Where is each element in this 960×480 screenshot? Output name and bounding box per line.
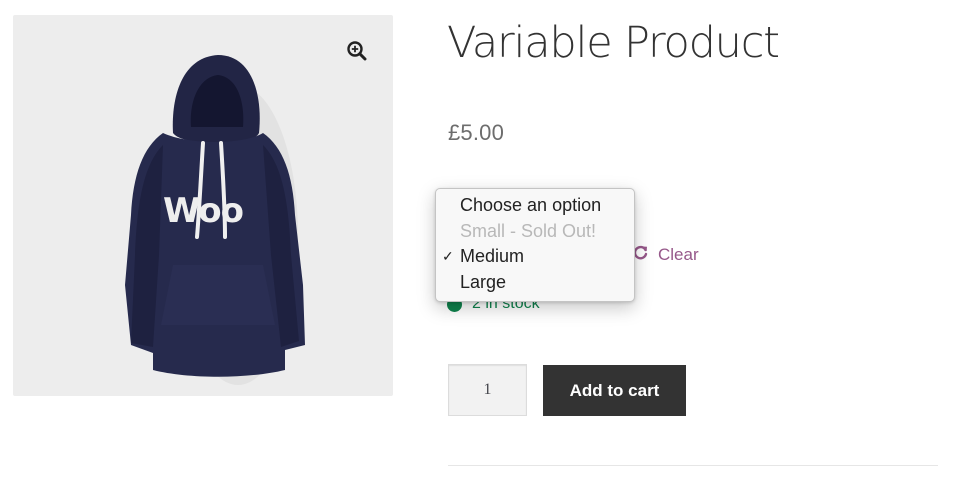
checkmark-icon: ✓ [442,248,454,264]
option-label: Medium [460,246,525,266]
product-gallery[interactable]: Woo [13,15,393,396]
clear-label: Clear [658,245,699,264]
magnify-plus-icon[interactable] [347,41,373,67]
quantity-input[interactable]: 1 [448,364,527,416]
select-option-choose[interactable]: Choose an option [436,193,634,219]
product-title: Variable Product [447,18,780,68]
svg-text:Woo: Woo [163,191,243,231]
select-option-medium[interactable]: ✓ Medium [436,244,634,270]
size-select-dropdown[interactable]: Choose an option Small - Sold Out! ✓ Med… [435,188,635,302]
clear-variations-link[interactable]: Clear [632,243,699,267]
product-price: £5.00 [448,120,505,145]
add-to-cart-button[interactable]: Add to cart [543,365,686,416]
option-label: Small - Sold Out! [460,220,597,241]
option-label: Choose an option [460,195,602,215]
select-option-small: Small - Sold Out! [436,219,634,245]
select-option-large[interactable]: Large [436,270,634,296]
option-label: Large [460,271,507,292]
quantity-value: 1 [483,381,492,398]
product-image: Woo [125,55,305,385]
divider [448,465,938,466]
